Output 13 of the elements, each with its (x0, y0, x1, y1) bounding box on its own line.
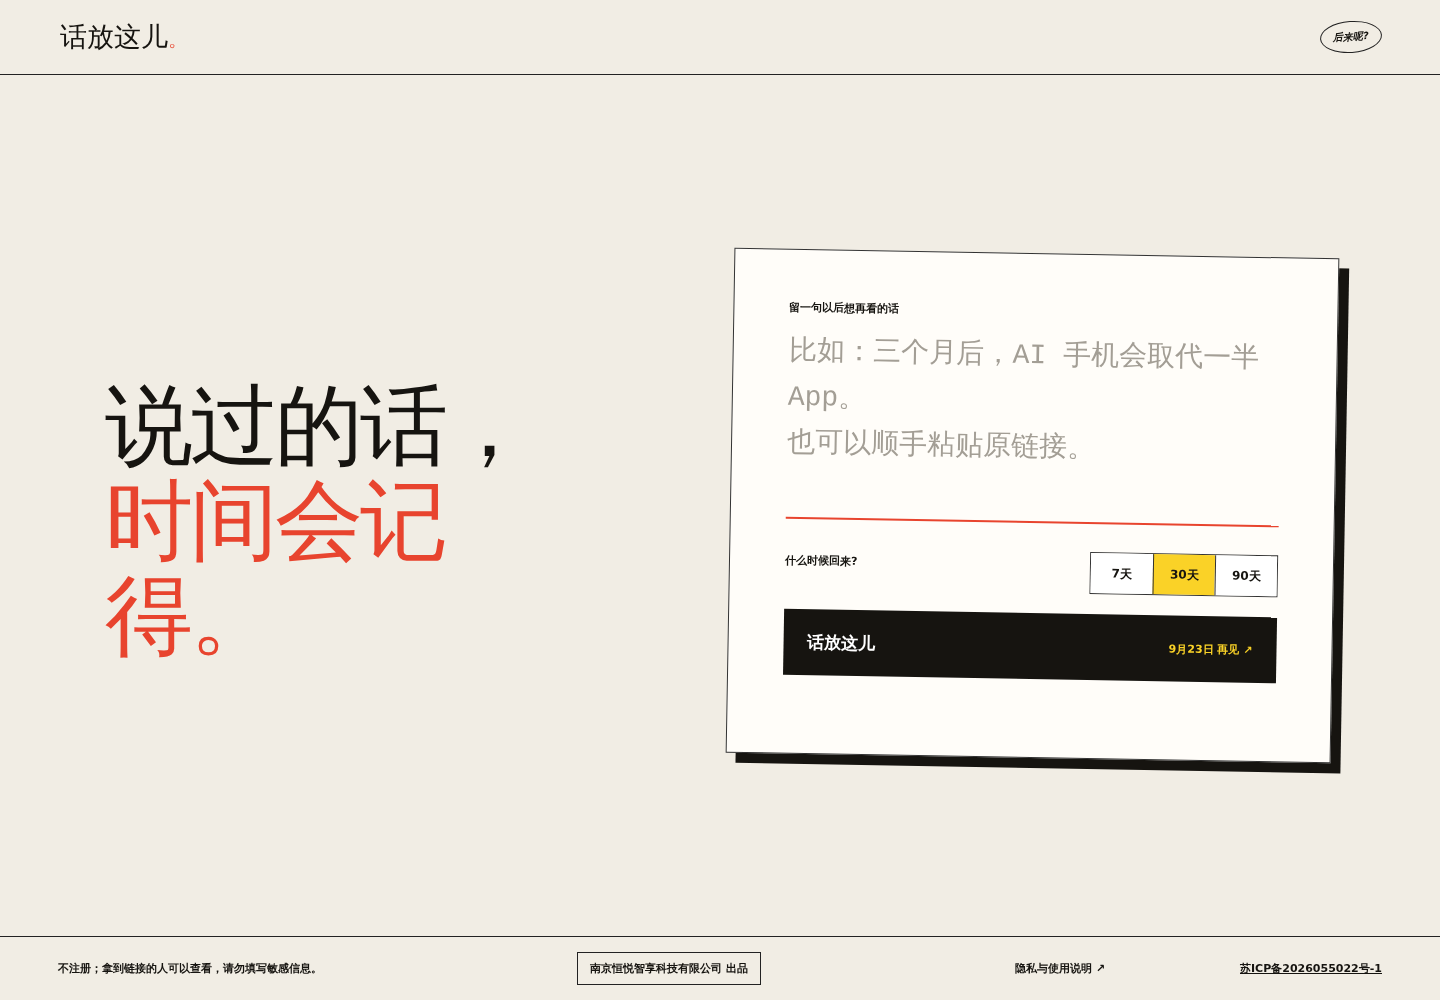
duration-option[interactable]: 30天 (1152, 554, 1216, 596)
headline-text: 说过的话， (105, 378, 530, 473)
duration-label: 什么时候回来? (784, 552, 858, 569)
icp-link[interactable]: 苏ICP备2026055022号-1 (1240, 961, 1382, 976)
privacy-link[interactable]: 隐私与使用说明 ↗ (1015, 961, 1106, 976)
submit-button[interactable]: 话放这儿 9月23日 再见 ↗ (783, 608, 1278, 684)
site-logo[interactable]: 话放这儿。 (60, 19, 188, 55)
duration-option[interactable]: 7天 (1090, 553, 1154, 595)
duration-option[interactable]: 90天 (1214, 555, 1278, 597)
notice-text: 不注册；拿到链接的人可以查看，请勿填写敏感信息。 (58, 961, 322, 976)
maker-label: 南京恒悦智享科技有限公司 出品 (576, 952, 761, 985)
headline-text: 时间会记得。 (105, 473, 446, 663)
field-label: 留一句以后想再看的话 (789, 299, 901, 318)
